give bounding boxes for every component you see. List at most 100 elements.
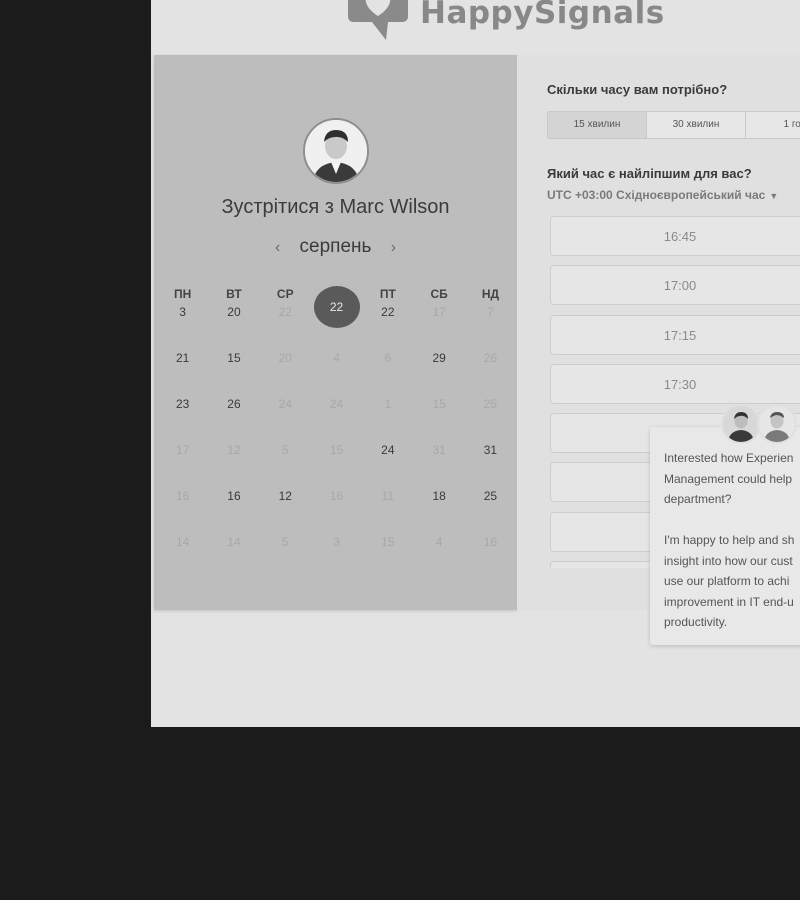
duration-question: Скільки часу вам потрібно? xyxy=(547,82,728,97)
calendar-day[interactable]: 29 xyxy=(413,349,464,395)
calendar-day-number: 29 xyxy=(432,351,446,365)
calendar-day-number: 21 xyxy=(175,351,190,365)
caret-down-icon: ▼ xyxy=(769,191,779,201)
calendar-day: 20 xyxy=(260,349,311,395)
calendar-day-number: 5 xyxy=(281,535,289,549)
calendar-day: 5 xyxy=(260,441,311,487)
calendar-day-number: 22 xyxy=(313,286,360,328)
calendar-day: 22 xyxy=(260,303,311,349)
calendar-day-selected[interactable]: 22 xyxy=(311,286,362,349)
time-slot-button[interactable]: 17:30 xyxy=(550,363,800,404)
chat-agent-avatars[interactable] xyxy=(721,404,800,446)
calendar-day: 15 xyxy=(311,441,362,487)
prev-month-chevron-icon[interactable]: ‹ xyxy=(261,239,294,256)
weekday-header: ВТ xyxy=(226,287,242,301)
duration-option[interactable]: 15 хвилин xyxy=(548,112,647,138)
chat-popup[interactable]: Interested how Experien Management could… xyxy=(650,427,800,645)
chat-agent-avatar xyxy=(721,404,761,444)
calendar-day-number: 25 xyxy=(483,397,498,411)
calendar-day[interactable]: 3 xyxy=(157,303,208,349)
weekday-header: СР xyxy=(276,287,294,301)
calendar-day: 16 xyxy=(465,533,516,579)
calendar-day[interactable]: 22 xyxy=(362,303,413,349)
calendar-day[interactable]: 16 xyxy=(208,487,259,533)
calendar-day[interactable]: 25 xyxy=(465,487,516,533)
calendar-day: 17 xyxy=(157,441,208,487)
duration-option[interactable]: 1 год xyxy=(746,112,800,138)
weekday-header: ПТ xyxy=(379,287,396,301)
calendar-day: 12 xyxy=(208,441,259,487)
duration-option[interactable]: 30 хвилин xyxy=(647,112,746,138)
calendar-day: 7 xyxy=(465,303,516,349)
calendar-grid: ПНВТСРЧТПТСБНД32022222217721152046292623… xyxy=(157,285,520,579)
calendar-day[interactable]: 15 xyxy=(208,349,259,395)
next-month-chevron-icon[interactable]: › xyxy=(377,239,410,256)
calendar-day-number: 3 xyxy=(179,305,186,319)
weekday-header: ПН xyxy=(174,287,192,301)
calendar-day-number: 16 xyxy=(175,489,190,503)
calendar-day: 31 xyxy=(413,441,464,487)
calendar-day: 1 xyxy=(362,395,413,441)
calendar-day-number: 7 xyxy=(487,305,494,319)
duration-selector: 15 хвилин30 хвилин1 год xyxy=(547,111,800,139)
calendar-day-number: 15 xyxy=(432,397,446,411)
calendar-day: 24 xyxy=(311,395,362,441)
calendar-day-number: 17 xyxy=(175,443,190,457)
time-slot-button[interactable]: 16:45 xyxy=(550,216,800,256)
calendar-day[interactable]: 21 xyxy=(157,349,208,395)
calendar-day-number: 16 xyxy=(227,489,241,503)
calendar-day[interactable]: 26 xyxy=(208,395,259,441)
person-photo-icon xyxy=(759,406,795,442)
calendar-day-number: 11 xyxy=(381,489,395,503)
calendar-day: 15 xyxy=(413,395,464,441)
calendar-day-number: 24 xyxy=(278,397,292,411)
calendar-day-number: 31 xyxy=(483,443,498,457)
calendar-day-number: 24 xyxy=(329,397,344,411)
time-question: Який час є найліпшим для вас? xyxy=(547,166,752,181)
calendar-day-number: 22 xyxy=(381,305,395,319)
calendar-day: 4 xyxy=(311,349,362,395)
calendar-day[interactable]: 31 xyxy=(465,441,516,487)
calendar-day-number: 15 xyxy=(381,535,395,549)
booking-page: HappySignals Зустрітися з Marc Wilson ‹ … xyxy=(151,0,800,727)
calendar-day-number: 25 xyxy=(483,489,498,503)
brand-logo: HappySignals xyxy=(346,0,665,44)
calendar-day-number: 20 xyxy=(227,305,241,319)
calendar-day[interactable]: 12 xyxy=(260,487,311,533)
calendar-panel: Зустрітися з Marc Wilson ‹ серпень › ПН В… xyxy=(154,55,517,610)
calendar-day-number: 4 xyxy=(333,351,340,365)
calendar-day[interactable]: 20 xyxy=(208,303,259,349)
calendar-day[interactable]: 18 xyxy=(413,487,464,533)
calendar-day-number: 6 xyxy=(384,351,392,365)
calendar-day-number: 14 xyxy=(227,535,241,549)
host-avatar xyxy=(303,118,369,184)
weekday-header: НД xyxy=(481,287,500,301)
speech-bubble-heart-icon xyxy=(348,0,408,40)
calendar-day-number: 12 xyxy=(278,489,292,503)
calendar-day: 14 xyxy=(157,533,208,579)
timezone-selector[interactable]: UTC +03:00 Східноєвропейський час ▼ xyxy=(547,188,778,202)
calendar-day: 4 xyxy=(413,533,464,579)
calendar-day: 6 xyxy=(362,349,413,395)
calendar-day-number: 14 xyxy=(175,535,190,549)
time-slot-button[interactable]: 17:15 xyxy=(550,314,800,355)
calendar-day-number: 17 xyxy=(432,305,446,319)
calendar-day: 5 xyxy=(260,533,311,579)
calendar-day-number: 16 xyxy=(329,489,344,503)
calendar-day: 3 xyxy=(311,533,362,579)
calendar-day: 24 xyxy=(260,395,311,441)
calendar-day-number: 18 xyxy=(432,489,446,503)
calendar-day: 11 xyxy=(362,487,413,533)
calendar-day-number: 1 xyxy=(384,397,392,411)
month-navigation: ‹ серпень › xyxy=(154,236,517,258)
calendar-day-number: 4 xyxy=(435,535,443,549)
calendar-day: 15 xyxy=(362,533,413,579)
meeting-title: Зустрітися з Marc Wilson xyxy=(221,196,450,218)
calendar-day-number: 3 xyxy=(333,535,340,549)
time-slot-button[interactable]: 17:00 xyxy=(550,265,800,306)
calendar-day[interactable]: 24 xyxy=(362,441,413,487)
calendar-day[interactable]: 23 xyxy=(157,395,208,441)
calendar-day-number: 26 xyxy=(483,351,498,365)
calendar-day: 16 xyxy=(311,487,362,533)
calendar-day: 17 xyxy=(413,303,464,349)
